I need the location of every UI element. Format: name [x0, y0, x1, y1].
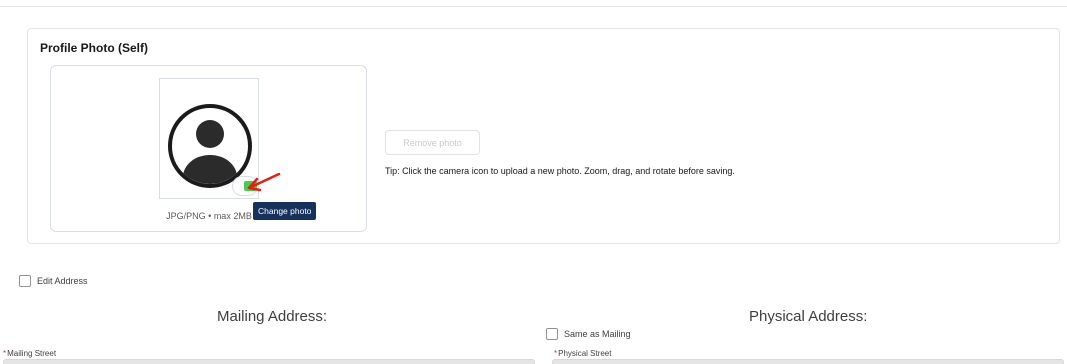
physical-street-input[interactable] — [552, 359, 1064, 364]
photo-upload-box: JPG/PNG • max 2MB Change photo — [50, 65, 367, 232]
photo-preview-frame — [159, 78, 281, 199]
same-as-mailing-label: Same as Mailing — [564, 329, 631, 339]
change-photo-tooltip: Change photo — [253, 202, 317, 220]
physical-street-label: *Physical Street — [554, 349, 612, 358]
required-marker: * — [554, 349, 558, 358]
mailing-address-heading: Mailing Address: — [217, 308, 328, 325]
physical-address-heading: Physical Address: — [749, 308, 868, 325]
upload-tip-text: Tip: Click the camera icon to upload a n… — [385, 166, 735, 176]
remove-photo-button[interactable]: Remove photo — [385, 130, 480, 155]
page: Profile Photo (Self) JPG/PNG • max 2MB C… — [0, 0, 1067, 364]
top-divider — [0, 0, 1067, 7]
same-as-mailing-checkbox[interactable] — [546, 328, 558, 340]
required-marker: * — [3, 349, 7, 358]
mailing-street-label: *Mailing Street — [3, 349, 57, 358]
profile-photo-title: Profile Photo (Self) — [40, 41, 148, 55]
red-arrow-icon — [247, 172, 281, 192]
profile-photo-card: Profile Photo (Self) JPG/PNG • max 2MB C… — [27, 28, 1060, 244]
mailing-street-input[interactable] — [3, 359, 535, 364]
edit-address-checkbox[interactable] — [19, 275, 31, 287]
edit-address-label: Edit Address — [37, 276, 88, 286]
